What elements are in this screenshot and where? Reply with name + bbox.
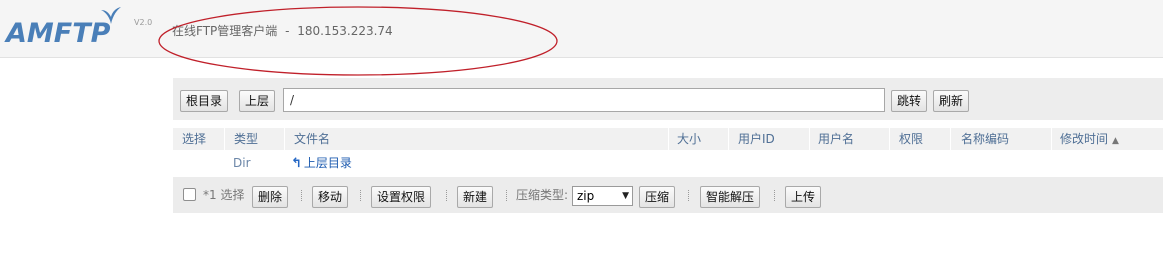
file-table-header: 选择 类型 文件名 大小 用户ID 用户名 权限 名称编码 修改时间 ▲	[173, 128, 1163, 150]
col-filename[interactable]: 文件名	[294, 128, 330, 150]
col-username[interactable]: 用户名	[818, 128, 854, 150]
parent-dir-link[interactable]: ↰ 上层目录	[291, 151, 352, 175]
go-button[interactable]: 跳转	[891, 90, 928, 112]
refresh-button[interactable]: 刷新	[933, 90, 970, 112]
toolbar-divider	[446, 190, 447, 201]
row-type: Dir	[233, 156, 251, 170]
col-divider	[1051, 128, 1052, 150]
toolbar-divider	[774, 190, 775, 201]
toolbar-divider	[506, 190, 507, 201]
root-dir-button[interactable]: 根目录	[180, 90, 229, 112]
upload-button[interactable]: 上传	[785, 186, 822, 208]
compress-type-select[interactable]: zip ▼	[572, 186, 633, 206]
col-name-encoding[interactable]: 名称编码	[961, 128, 1009, 150]
version-label: V2.0	[134, 18, 153, 27]
col-divider	[284, 128, 285, 150]
amftp-logo[interactable]: AMFTP V2.0	[6, 6, 156, 50]
col-divider	[728, 128, 729, 150]
selection-count-label: *1 选择	[203, 188, 245, 202]
new-button[interactable]: 新建	[457, 186, 494, 208]
up-arrow-icon: ↰	[291, 156, 302, 171]
sort-ascending-icon: ▲	[1112, 136, 1119, 146]
col-divider	[668, 128, 669, 150]
set-permissions-button[interactable]: 设置权限	[371, 186, 432, 208]
col-select: 选择	[182, 132, 207, 146]
app-header: AMFTP V2.0 在线FTP管理客户端 - 180.153.223.74	[0, 0, 1163, 76]
annotation-ellipse	[158, 6, 558, 76]
col-type[interactable]: 类型	[234, 128, 258, 150]
col-size[interactable]: 大小	[677, 128, 701, 150]
move-button[interactable]: 移动	[312, 186, 349, 208]
compress-type-value: zip	[577, 189, 595, 203]
select-all-checkbox[interactable]	[183, 188, 196, 201]
col-modified-time-label: 修改时间	[1060, 132, 1109, 146]
smart-extract-button[interactable]: 智能解压	[700, 186, 761, 208]
parent-dir-label: 上层目录	[303, 156, 352, 170]
path-input[interactable]	[283, 88, 885, 112]
delete-button[interactable]: 删除	[252, 186, 289, 208]
toolbar-divider	[301, 190, 302, 201]
compress-button[interactable]: 压缩	[639, 186, 676, 208]
col-divider	[809, 128, 810, 150]
col-divider	[224, 128, 225, 150]
col-modified-time[interactable]: 修改时间 ▲	[1060, 128, 1119, 150]
compress-type-label: 压缩类型:	[516, 188, 569, 202]
col-permissions[interactable]: 权限	[899, 128, 923, 150]
logo-text: AMFTP	[6, 18, 111, 49]
toolbar-divider	[688, 190, 689, 201]
col-divider	[889, 128, 890, 150]
table-row[interactable]: Dir ↰ 上层目录	[173, 151, 1163, 175]
col-user-id[interactable]: 用户ID	[738, 128, 775, 150]
toolbar-divider	[360, 190, 361, 201]
parent-dir-button[interactable]: 上层	[239, 90, 276, 112]
chevron-down-icon: ▼	[622, 191, 629, 201]
action-toolbar: *1 选择 删除 移动 设置权限 新建 压缩类型: zip ▼ 压缩 智能解压 …	[173, 177, 1163, 213]
col-divider	[950, 128, 951, 150]
path-bar: 根目录 上层 跳转 刷新	[173, 78, 1163, 120]
